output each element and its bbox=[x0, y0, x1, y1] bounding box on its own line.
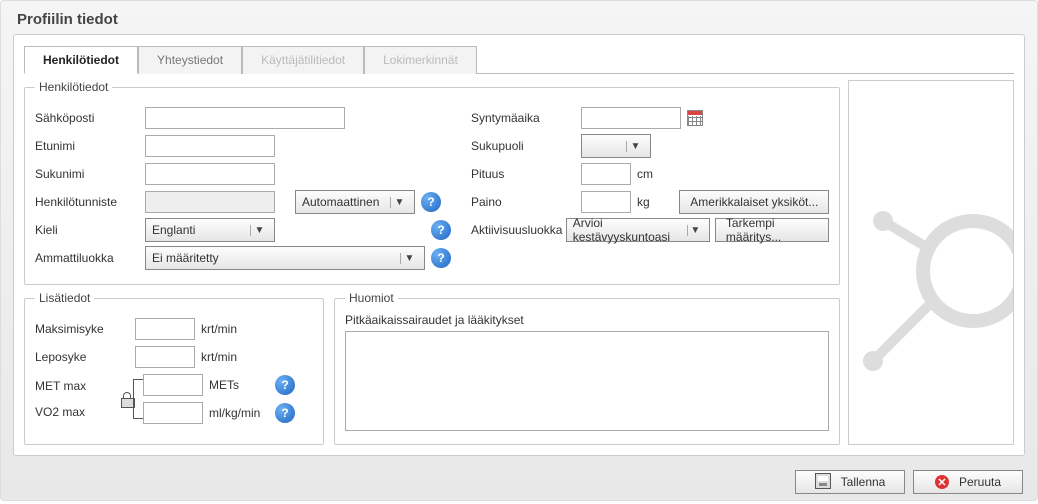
tab-log[interactable]: Lokimerkinnät bbox=[364, 46, 477, 74]
chevron-down-icon: ▼ bbox=[390, 197, 408, 208]
label-hrmax: Maksimisyke bbox=[35, 322, 135, 336]
help-icon[interactable]: ? bbox=[275, 403, 295, 423]
tab-account[interactable]: Käyttäjätilitiedot bbox=[242, 46, 364, 74]
save-icon bbox=[815, 473, 835, 492]
gender-select[interactable]: ▼ bbox=[581, 134, 651, 158]
weight-field[interactable] bbox=[581, 191, 631, 213]
group-additional-legend: Lisätiedot bbox=[35, 291, 94, 305]
help-icon[interactable]: ? bbox=[431, 248, 451, 268]
label-activity: Aktiivisuusluokka bbox=[471, 223, 566, 237]
group-notes-legend: Huomiot bbox=[345, 291, 398, 305]
auto-id-label: Automaattinen bbox=[302, 195, 379, 209]
activity-value: Arvioi kestävyyskuntoasi bbox=[573, 216, 687, 244]
group-personal: Henkilötiedot Sähköposti Etunimi bbox=[24, 80, 840, 285]
label-email: Sähköposti bbox=[35, 111, 145, 125]
label-birthdate: Syntymäaika bbox=[471, 111, 581, 125]
preview-panel bbox=[848, 80, 1014, 445]
label-profession: Ammattiluokka bbox=[35, 251, 145, 265]
label-hrrest: Leposyke bbox=[35, 350, 135, 364]
language-select[interactable]: Englanti ▼ bbox=[145, 218, 275, 242]
dialog-title: Profiilin tiedot bbox=[1, 1, 1037, 34]
label-lastname: Sukunimi bbox=[35, 167, 145, 181]
hrrest-field[interactable] bbox=[135, 346, 195, 368]
calendar-icon[interactable] bbox=[687, 110, 703, 126]
help-icon[interactable]: ? bbox=[275, 375, 295, 395]
chevron-down-icon: ▼ bbox=[400, 253, 418, 264]
label-personid: Henkilötunniste bbox=[35, 195, 145, 209]
refine-button[interactable]: Tarkempi määritys... bbox=[715, 218, 829, 242]
height-field[interactable] bbox=[581, 163, 631, 185]
dialog-footer: Tallenna ✕ Peruuta bbox=[1, 464, 1037, 504]
group-notes: Huomiot Pitkäaikaissairaudet ja lääkityk… bbox=[334, 291, 840, 445]
tab-contact[interactable]: Yhteystiedot bbox=[138, 46, 242, 74]
chevron-down-icon: ▼ bbox=[250, 225, 268, 236]
lastname-field[interactable] bbox=[145, 163, 275, 185]
label-language: Kieli bbox=[35, 223, 145, 237]
lock-icon bbox=[121, 392, 133, 406]
content: Henkilötiedot Yhteystiedot Käyttäjätilit… bbox=[13, 34, 1025, 456]
label-gender: Sukupuoli bbox=[471, 139, 581, 153]
label-height: Pituus bbox=[471, 167, 581, 181]
help-icon[interactable]: ? bbox=[431, 220, 451, 240]
unit-kg: kg bbox=[637, 195, 650, 209]
chevron-down-icon: ▼ bbox=[626, 141, 644, 152]
us-units-button[interactable]: Amerikkalaiset yksiköt... bbox=[679, 190, 829, 214]
profession-select[interactable]: Ei määritetty ▼ bbox=[145, 246, 425, 270]
email-field[interactable] bbox=[145, 107, 345, 129]
label-vo2max: VO2 max bbox=[35, 405, 135, 419]
tab-personal[interactable]: Henkilötiedot bbox=[24, 46, 138, 74]
metmax-field[interactable] bbox=[143, 374, 203, 396]
save-button[interactable]: Tallenna bbox=[795, 470, 905, 494]
group-personal-legend: Henkilötiedot bbox=[35, 80, 112, 94]
birthdate-field[interactable] bbox=[581, 107, 681, 129]
cancel-icon: ✕ bbox=[935, 475, 949, 489]
label-metmax: MET max bbox=[35, 379, 135, 393]
activity-select[interactable]: Arvioi kestävyyskuntoasi ▼ bbox=[566, 218, 710, 242]
label-weight: Paino bbox=[471, 195, 581, 209]
notes-description: Pitkäaikaissairaudet ja lääkitykset bbox=[345, 313, 829, 327]
label-firstname: Etunimi bbox=[35, 139, 145, 153]
profile-dialog: Profiilin tiedot Henkilötiedot Yhteystie… bbox=[0, 0, 1038, 501]
unit-vo2: ml/kg/min bbox=[209, 406, 269, 420]
group-additional: Lisätiedot Maksimisyke krt/min Leposyke … bbox=[24, 291, 324, 445]
decorative-graphic bbox=[848, 161, 1014, 445]
profession-value: Ei määritetty bbox=[152, 251, 219, 265]
unit-mets: METs bbox=[209, 378, 269, 392]
tab-bar: Henkilötiedot Yhteystiedot Käyttäjätilit… bbox=[24, 45, 1014, 74]
vo2max-field[interactable] bbox=[143, 402, 203, 424]
auto-id-select[interactable]: Automaattinen ▼ bbox=[295, 190, 415, 214]
language-value: Englanti bbox=[152, 223, 195, 237]
personid-field[interactable] bbox=[145, 191, 275, 213]
chevron-down-icon: ▼ bbox=[687, 225, 703, 236]
firstname-field[interactable] bbox=[145, 135, 275, 157]
unit-bpm: krt/min bbox=[201, 322, 237, 336]
unit-bpm: krt/min bbox=[201, 350, 237, 364]
help-icon[interactable]: ? bbox=[421, 192, 441, 212]
cancel-button[interactable]: ✕ Peruuta bbox=[913, 470, 1023, 494]
notes-textarea[interactable] bbox=[345, 331, 829, 431]
hrmax-field[interactable] bbox=[135, 318, 195, 340]
unit-cm: cm bbox=[637, 167, 653, 181]
